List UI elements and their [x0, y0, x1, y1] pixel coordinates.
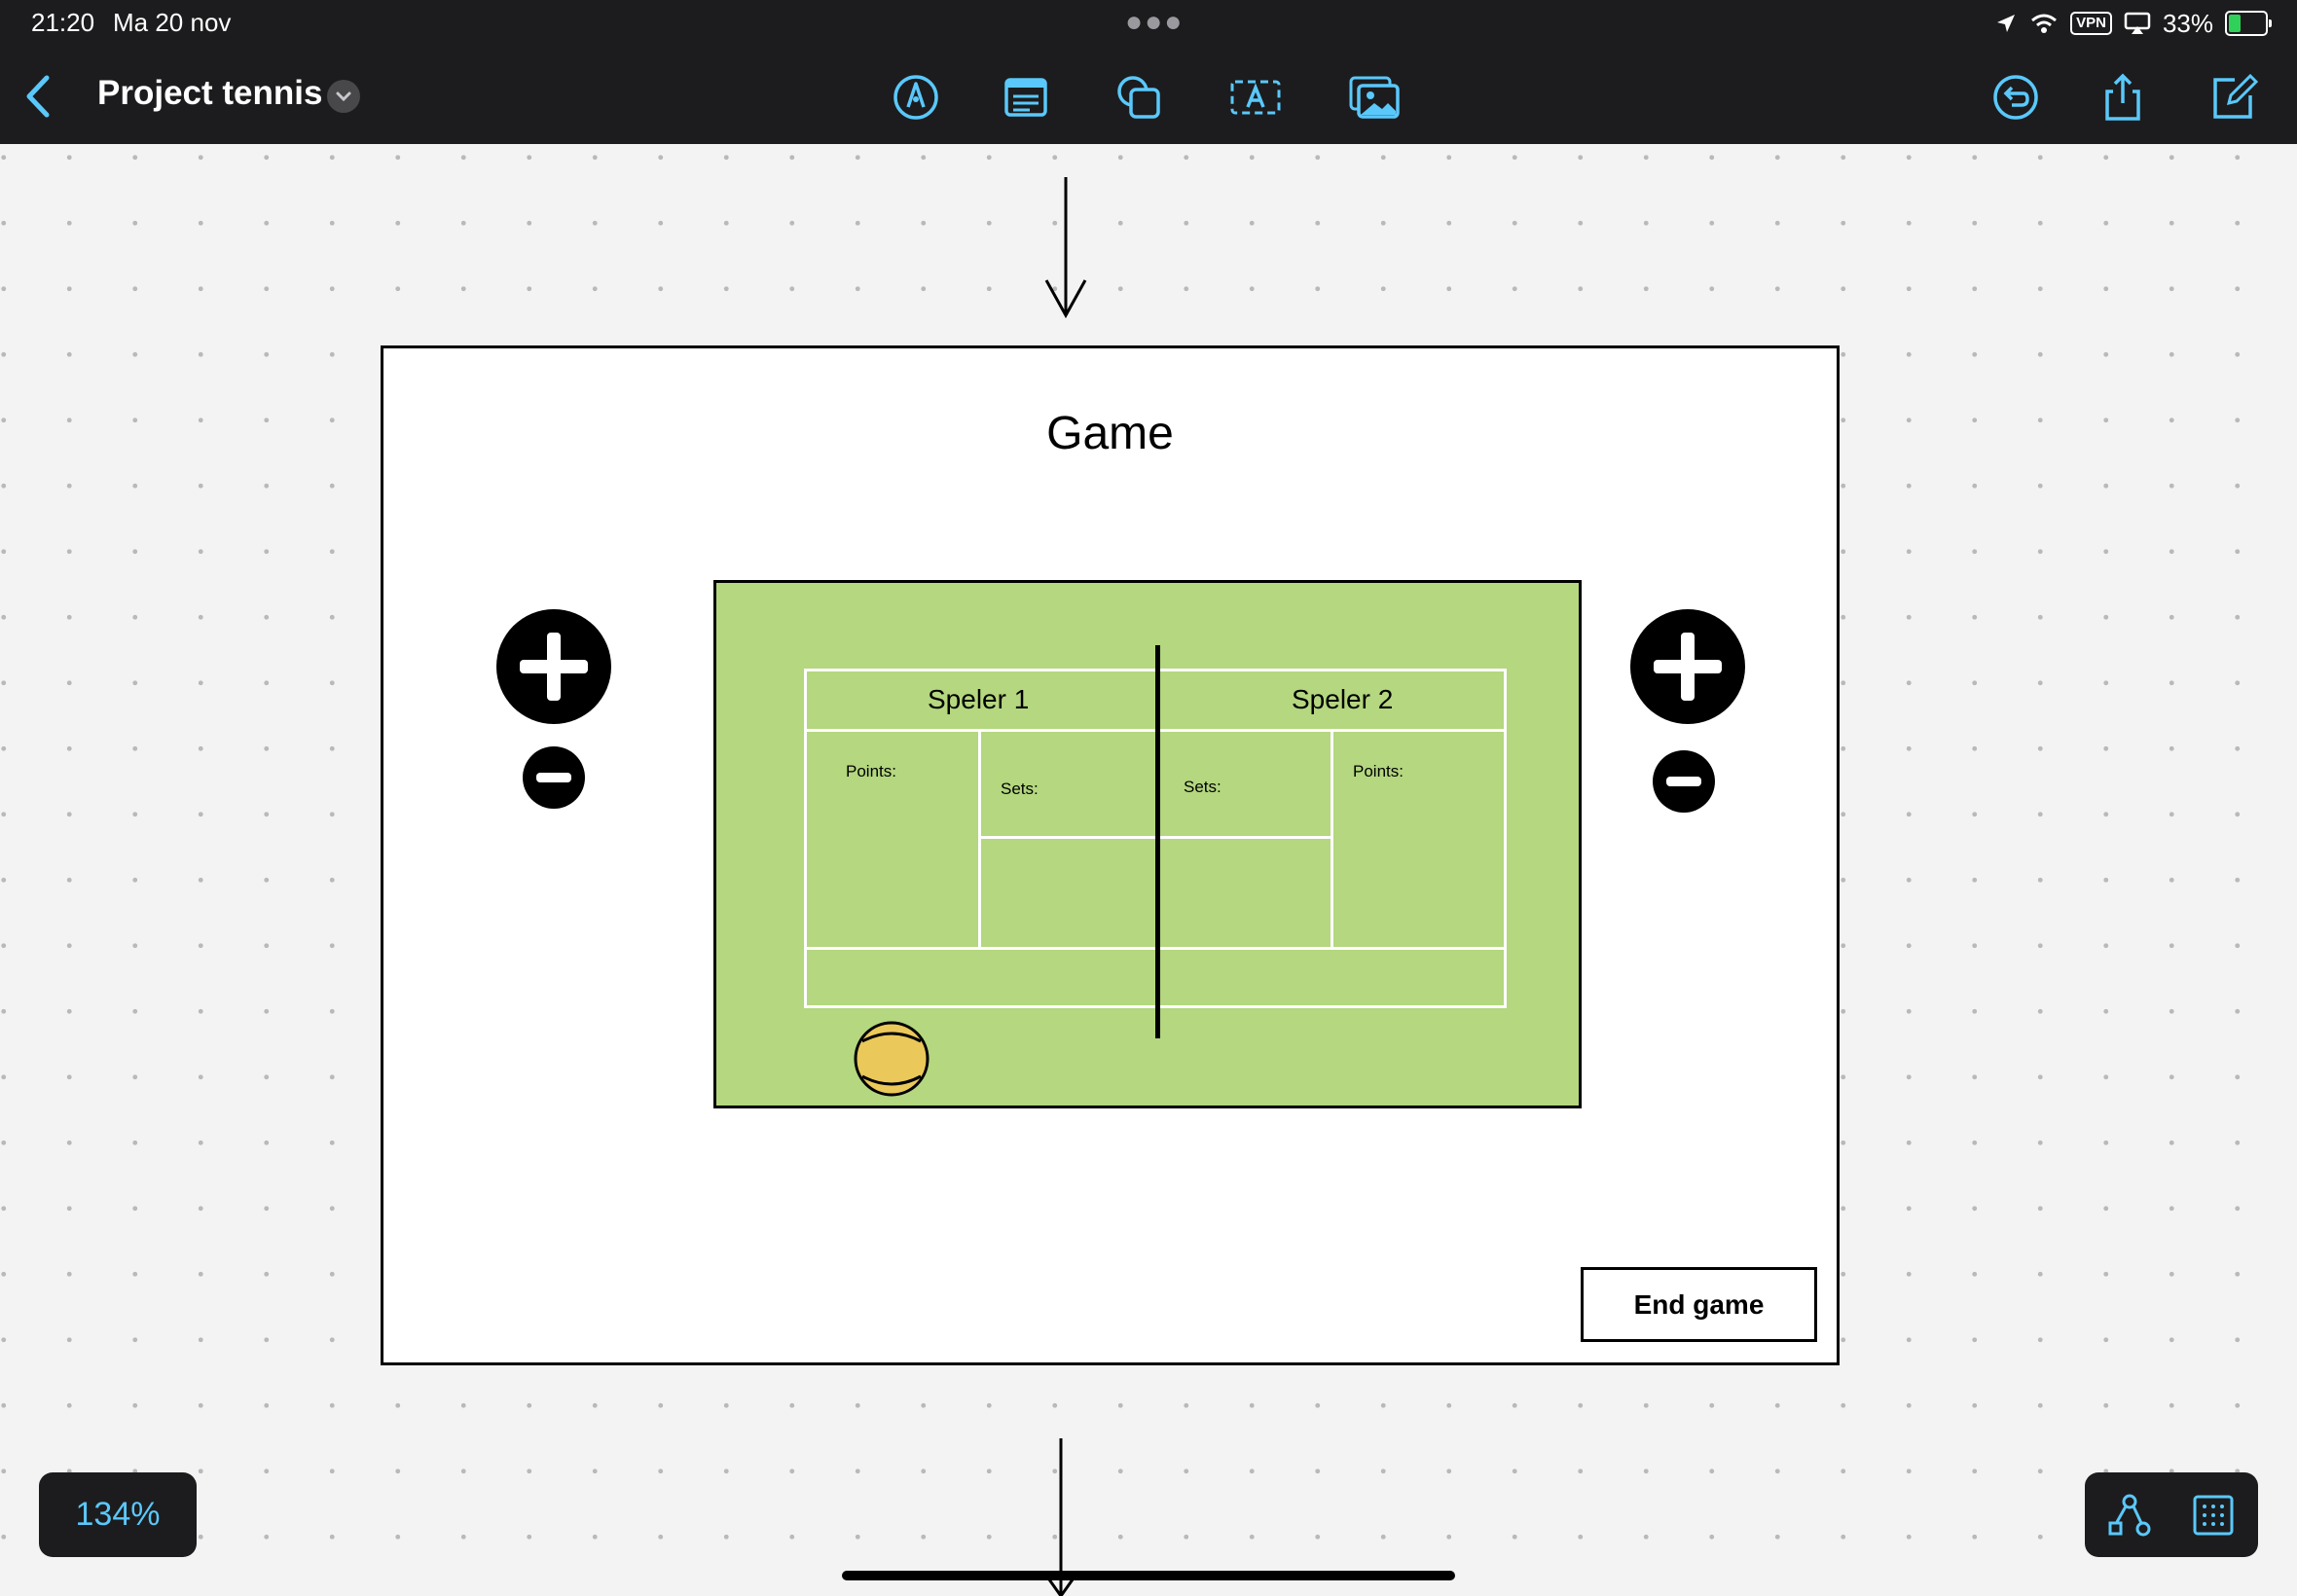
- share-icon: [2105, 73, 2140, 121]
- battery-icon: [2225, 11, 2272, 36]
- battery-percent: 33%: [2162, 8, 2213, 38]
- pen-tool-icon: [893, 75, 938, 120]
- player1-sets-label: Sets:: [1001, 780, 1039, 798]
- status-date: Ma 20 nov: [113, 8, 232, 37]
- text-box-button[interactable]: [1228, 70, 1283, 125]
- pen-tool-button[interactable]: [889, 70, 943, 125]
- vpn-badge: VPN: [2070, 12, 2112, 35]
- undo-icon: [1993, 75, 2038, 120]
- tennis-ball-icon[interactable]: [853, 1020, 930, 1098]
- text-box-icon: [1230, 80, 1281, 115]
- player2-label: Speler 2: [1292, 684, 1394, 714]
- player2-sets-label: Sets:: [1184, 778, 1221, 796]
- back-chevron-icon[interactable]: [19, 72, 58, 121]
- chevron-down-icon: [336, 91, 351, 102]
- court-net: [1155, 645, 1160, 1038]
- end-game-button[interactable]: End game: [1581, 1267, 1817, 1342]
- top-bar: 21:20 Ma 20 nov ●●● VPN 33% Project tenn…: [0, 0, 2297, 144]
- undo-button[interactable]: [1988, 70, 2043, 125]
- location-icon: [1997, 15, 2016, 32]
- frame-title: Game: [1046, 408, 1174, 459]
- player2-remove-point-button[interactable]: [1653, 750, 1715, 813]
- shapes-icon: [1117, 76, 1160, 119]
- title-dropdown-button[interactable]: [327, 80, 360, 113]
- player1-points-label: Points:: [846, 762, 896, 780]
- connector-arrow-top[interactable]: [1041, 173, 1090, 321]
- wifi-icon: [2031, 14, 2058, 33]
- sticky-note-button[interactable]: [999, 70, 1053, 125]
- court-line: [978, 729, 981, 950]
- player2-points-label: Points:: [1353, 762, 1404, 780]
- shapes-button[interactable]: [1112, 70, 1166, 125]
- status-indicators: VPN 33%: [1994, 6, 2272, 41]
- status-time: 21:20: [31, 8, 95, 37]
- player1-label: Speler 1: [928, 684, 1030, 714]
- airplay-icon: [2124, 12, 2151, 34]
- media-button[interactable]: [1347, 70, 1402, 125]
- canvas-tools: [2085, 1472, 2258, 1557]
- document-title[interactable]: Project tennis: [97, 74, 322, 113]
- share-button[interactable]: [2096, 70, 2150, 125]
- tennis-court: Speler 1 Speler 2 Points: Sets: Sets: Po…: [713, 580, 1582, 1108]
- home-indicator[interactable]: [842, 1571, 1455, 1580]
- grid-toggle-icon[interactable]: [2190, 1492, 2237, 1539]
- zoom-level-button[interactable]: 134%: [39, 1472, 197, 1557]
- court-line: [1504, 669, 1507, 1008]
- multitasking-dots-icon[interactable]: ●●●: [1125, 6, 1184, 39]
- court-line: [1331, 729, 1333, 950]
- player1-remove-point-button[interactable]: [523, 746, 585, 809]
- court-line: [804, 669, 807, 1008]
- media-icon: [1349, 76, 1400, 119]
- compose-button[interactable]: [2206, 70, 2260, 125]
- diagram-connector-icon[interactable]: [2106, 1492, 2153, 1539]
- compose-icon: [2213, 73, 2259, 119]
- player2-add-point-button[interactable]: [1630, 609, 1745, 724]
- player1-add-point-button[interactable]: [496, 609, 611, 724]
- sticky-note-icon: [1004, 78, 1047, 117]
